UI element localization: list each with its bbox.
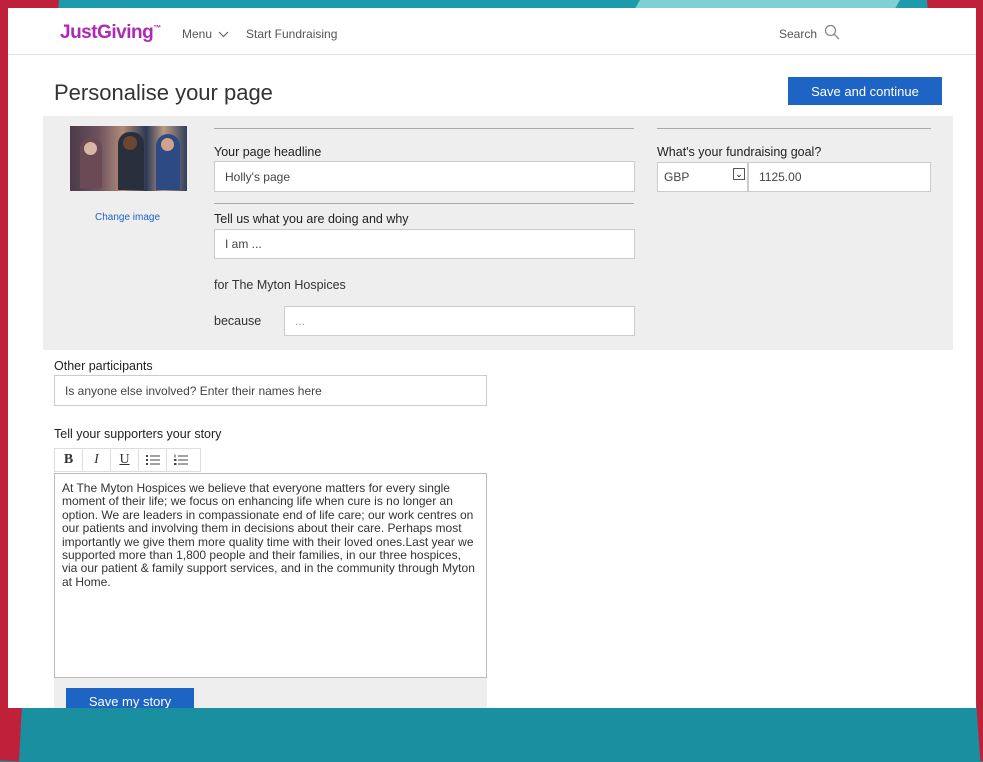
logo-text: JustGiving [60,22,154,43]
start-fundraising-link[interactable]: Start Fundraising [246,27,337,41]
headline-label: Your page headline [214,145,322,159]
participants-label: Other participants [54,359,153,373]
story-textarea[interactable]: At The Myton Hospices we believe that ev… [54,473,487,678]
save-and-continue-button[interactable]: Save and continue [788,77,942,105]
menu-dropdown[interactable]: Menu [182,27,229,41]
top-navigation: JustGiving™ Menu Start Fundraising Searc… [8,8,976,55]
image-figure [84,142,97,155]
divider [657,128,931,129]
page-window: JustGiving™ Menu Start Fundraising Searc… [8,8,976,708]
doing-input[interactable]: I am ... [214,229,635,259]
numbered-list-button[interactable] [167,449,194,471]
story-formatting-toolbar: B I U [54,448,201,472]
image-figure [123,136,137,150]
chevron-down-icon [218,31,229,38]
numbered-list-icon [173,454,188,465]
page-image [70,126,187,191]
bullet-list-button[interactable] [139,449,167,471]
italic-button[interactable]: I [83,449,111,471]
bullet-list-icon [145,455,160,465]
page-details-panel: Change image Your page headline Holly's … [43,116,953,350]
story-label: Tell your supporters your story [54,427,222,441]
charity-text: for The Myton Hospices [214,278,346,292]
headline-input[interactable]: Holly's page [214,161,635,192]
page-title: Personalise your page [54,80,273,105]
chevron-down-icon[interactable]: ⌄ [733,168,745,180]
bold-button[interactable]: B [55,449,83,471]
save-story-button[interactable]: Save my story [66,688,194,708]
divider [214,128,634,129]
goal-label: What's your fundraising goal? [657,145,822,159]
logo-tm: ™ [153,23,161,33]
change-image-link[interactable]: Change image [95,212,160,223]
because-input[interactable]: ... [284,306,635,336]
participants-input[interactable]: Is anyone else involved? Enter their nam… [54,375,487,406]
goal-amount-input[interactable]: 1125.00 [748,162,931,192]
doing-label: Tell us what you are doing and why [214,212,409,226]
underline-button[interactable]: U [111,449,139,471]
search-icon[interactable] [824,24,840,40]
justgiving-logo[interactable]: JustGiving™ [60,22,161,44]
divider [214,203,634,204]
search-link[interactable]: Search [779,27,817,41]
because-label: because [214,314,262,328]
image-figure [161,138,174,151]
menu-label: Menu [182,27,213,41]
